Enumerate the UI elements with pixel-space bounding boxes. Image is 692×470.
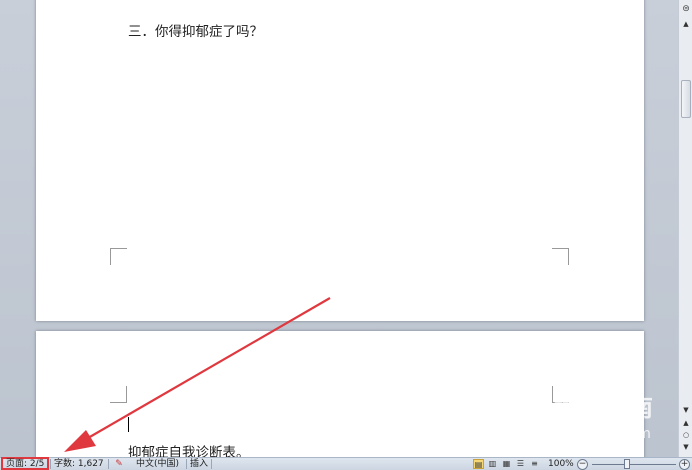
divider bbox=[186, 459, 187, 469]
web-layout-icon[interactable]: ▦ bbox=[501, 459, 512, 469]
zoom-level[interactable]: 100% bbox=[548, 458, 574, 470]
full-screen-reading-icon[interactable]: ▥ bbox=[487, 459, 498, 469]
print-layout-icon[interactable]: ▤ bbox=[473, 459, 484, 469]
insert-mode-indicator[interactable]: 插入 bbox=[190, 458, 208, 470]
previous-page-icon[interactable]: ▲ bbox=[680, 418, 692, 429]
page-counter[interactable]: 页面: 2/5 bbox=[1, 457, 50, 470]
section-heading[interactable]: 三．你得抑郁症了吗？ bbox=[128, 20, 263, 40]
zoom-slider-track[interactable] bbox=[592, 464, 676, 465]
divider bbox=[211, 459, 212, 469]
scroll-down-icon[interactable]: ▼ bbox=[680, 404, 692, 416]
proofing-icon[interactable]: ✎ bbox=[112, 458, 126, 470]
crop-mark bbox=[552, 386, 569, 403]
crop-mark bbox=[552, 248, 569, 265]
page-text[interactable]: 抑郁症自我诊断表。 bbox=[128, 441, 250, 457]
draft-view-icon[interactable]: ≡ bbox=[529, 459, 540, 469]
document-page-1[interactable]: 三．你得抑郁症了吗？ bbox=[36, 0, 644, 321]
view-ruler-icon[interactable]: ⊜ bbox=[680, 2, 692, 16]
vertical-scrollbar[interactable]: ⊜ ▲ ▼ ▲ ○ ▼ bbox=[678, 0, 692, 457]
document-canvas[interactable]: 三．你得抑郁症了吗？ 抑郁症自我诊断表。 bbox=[0, 0, 678, 457]
divider bbox=[50, 459, 51, 469]
outline-view-icon[interactable]: ☰ bbox=[515, 459, 526, 469]
word-count[interactable]: 字数: 1,627 bbox=[54, 458, 104, 470]
scroll-thumb[interactable] bbox=[681, 80, 691, 118]
document-page-2[interactable]: 抑郁症自我诊断表。 bbox=[36, 331, 644, 457]
zoom-slider-thumb[interactable] bbox=[624, 459, 630, 469]
crop-mark bbox=[110, 248, 127, 265]
text-cursor bbox=[128, 417, 129, 432]
next-page-icon[interactable]: ▼ bbox=[680, 442, 692, 453]
zoom-out-button[interactable]: − bbox=[577, 459, 588, 470]
divider bbox=[108, 459, 109, 469]
select-browse-object-icon[interactable]: ○ bbox=[680, 430, 692, 441]
status-bar: 页面: 2/5 字数: 1,627 ✎ 中文(中国) 插入 ▤ ▥ ▦ ☰ ≡ … bbox=[0, 457, 692, 470]
zoom-in-button[interactable]: + bbox=[679, 459, 690, 470]
scroll-up-icon[interactable]: ▲ bbox=[680, 18, 692, 30]
crop-mark bbox=[110, 386, 127, 403]
language-indicator[interactable]: 中文(中国) bbox=[136, 458, 179, 470]
